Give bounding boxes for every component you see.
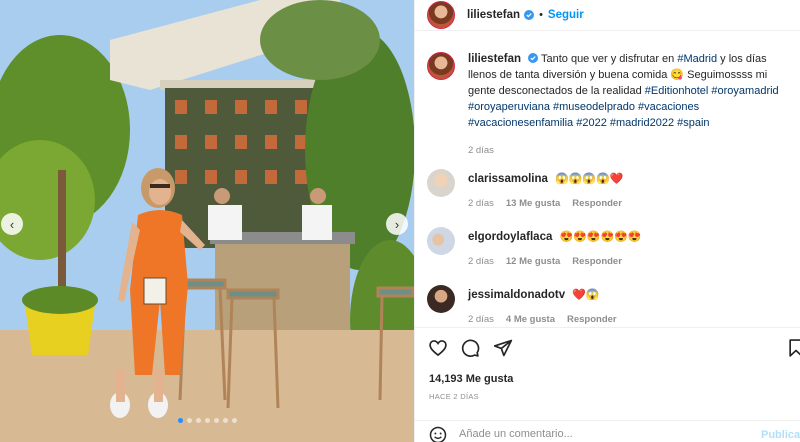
post-details-panel: liliestefan • Seguir liliestefan Tanto q… (414, 0, 800, 442)
post-modal: ‹ › liliestefan • Seguir liliestefan Tan… (0, 0, 800, 442)
carousel-indicator (0, 418, 414, 423)
commenter-avatar[interactable] (427, 227, 455, 255)
publish-button[interactable]: Publicar (761, 429, 800, 441)
reply-button[interactable]: Responder (567, 312, 617, 326)
comment-time[interactable]: 2 días (468, 312, 494, 326)
carousel-dot (213, 418, 219, 423)
comments-list[interactable]: liliestefan Tanto que ver y disfrutar en… (415, 32, 800, 326)
separator-dot: • (539, 9, 543, 21)
comment-composer: Publicar (415, 420, 800, 442)
comment-likes[interactable]: 4 Me gusta (506, 312, 555, 326)
carousel-dot (204, 418, 210, 423)
post-header: liliestefan • Seguir (415, 0, 800, 31)
chevron-left-icon: ‹ (9, 216, 15, 232)
caption-avatar[interactable] (427, 52, 455, 80)
comment-text: ❤️😱 (572, 289, 600, 301)
caption-meta: 2 días (468, 143, 792, 159)
comment-time[interactable]: 2 días (468, 196, 494, 212)
bookmark-icon[interactable] (786, 338, 800, 358)
comment-time[interactable]: 2 días (468, 254, 494, 270)
comment-likes[interactable]: 12 Me gusta (506, 254, 560, 270)
verified-badge-icon (524, 10, 535, 20)
comment-username[interactable]: elgordoylaflaca (468, 231, 552, 243)
smiley-icon[interactable] (429, 426, 447, 442)
comment-input[interactable] (459, 428, 749, 440)
like-count[interactable]: 14,193 Me gusta (429, 373, 513, 385)
author-username[interactable]: liliestefan (467, 9, 520, 21)
carousel-dot (222, 418, 228, 423)
comment-meta: 2 días 13 Me gusta Responder (468, 196, 792, 212)
caption-time[interactable]: 2 días (468, 143, 494, 159)
heart-icon[interactable] (428, 338, 448, 358)
comment-username[interactable]: clarissamolina (468, 173, 548, 185)
next-photo-button[interactable]: › (386, 213, 408, 235)
author-avatar[interactable] (427, 1, 455, 29)
comment-meta: 2 días 12 Me gusta Responder (468, 254, 792, 270)
comment-text: 😱😱😱😱❤️ (554, 173, 624, 185)
previous-photo-button[interactable]: ‹ (1, 213, 23, 235)
caption-username[interactable]: liliestefan (468, 53, 521, 65)
caption-text: Tanto que ver y disfrutar en (540, 53, 675, 65)
carousel-dot (177, 418, 183, 423)
reply-button[interactable]: Responder (572, 254, 622, 270)
comment-meta: 2 días 4 Me gusta Responder (468, 312, 792, 326)
comment-body: jessimaldonadotv ❤️😱 2 días 4 Me gusta R… (468, 287, 792, 326)
follow-button[interactable]: Seguir (548, 9, 584, 21)
comment-body: clarissamolina 😱😱😱😱❤️ 2 días 13 Me gusta… (468, 171, 792, 212)
carousel-dot (186, 418, 192, 423)
reply-button[interactable]: Responder (572, 196, 622, 212)
comment-body: elgordoylaflaca 😍😍😍😍😍😍 2 días 12 Me gust… (468, 229, 792, 270)
comment-likes[interactable]: 13 Me gusta (506, 196, 560, 212)
post-timestamp[interactable]: HACE 2 DÍAS (429, 392, 479, 401)
verified-badge-icon (528, 53, 539, 63)
hashtag-madrid[interactable]: #Madrid (677, 53, 717, 65)
caption-body: liliestefan Tanto que ver y disfrutar en… (468, 51, 792, 159)
comment-bubble-icon[interactable] (460, 338, 480, 358)
comment-username[interactable]: jessimaldonadotv (468, 289, 565, 301)
photo-scene (0, 0, 414, 442)
paper-plane-icon[interactable] (493, 338, 513, 358)
commenter-avatar[interactable] (427, 169, 455, 197)
action-bar (415, 327, 800, 357)
chevron-right-icon: › (394, 216, 400, 232)
carousel-dot (195, 418, 201, 423)
commenter-avatar[interactable] (427, 285, 455, 313)
comment-text: 😍😍😍😍😍😍 (559, 231, 642, 243)
carousel-dot (231, 418, 237, 423)
post-photo[interactable]: ‹ › (0, 0, 414, 442)
